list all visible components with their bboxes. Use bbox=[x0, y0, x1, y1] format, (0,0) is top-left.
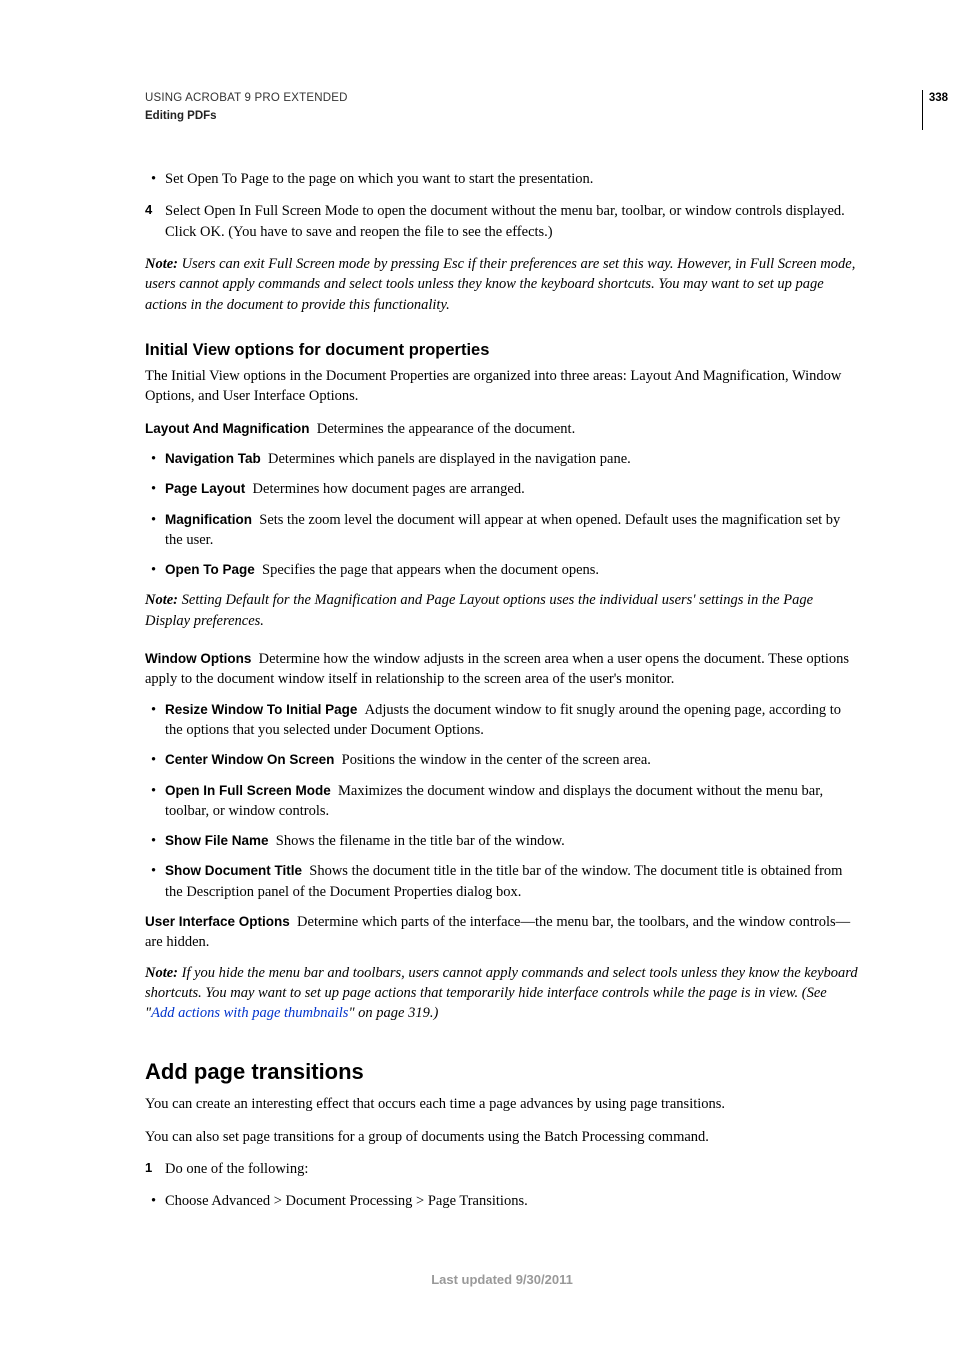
term-show-filename: Show File Name bbox=[165, 833, 269, 848]
page-header: USING ACROBAT 9 PRO EXTENDED Editing PDF… bbox=[145, 90, 859, 124]
section-heading-page-transitions: Add page transitions bbox=[145, 1057, 859, 1088]
steps-list: 1 Do one of the following: bbox=[145, 1159, 859, 1179]
header-product-name: USING ACROBAT 9 PRO EXTENDED bbox=[145, 90, 859, 106]
note-block: Note: If you hide the menu bar and toolb… bbox=[145, 963, 859, 1024]
term-layout-magnification: Layout And Magnification bbox=[145, 421, 310, 436]
list-item: 4 Select Open In Full Screen Mode to ope… bbox=[145, 201, 859, 242]
note-text: Users can exit Full Screen mode by press… bbox=[145, 256, 855, 313]
list-item-text: Choose Advanced > Document Processing > … bbox=[165, 1193, 528, 1209]
list-item: 1 Do one of the following: bbox=[145, 1159, 859, 1179]
term-desc: Determines the appearance of the documen… bbox=[317, 421, 575, 437]
list-item-text: Set Open To Page to the page on which yo… bbox=[165, 171, 593, 187]
note-label: Note: bbox=[145, 256, 178, 272]
note-text-post: " on page 319.) bbox=[348, 1005, 438, 1021]
body-text: You can also set page transitions for a … bbox=[145, 1127, 859, 1147]
note-label: Note: bbox=[145, 965, 178, 981]
term-desc: Specifies the page that appears when the… bbox=[262, 562, 599, 578]
section-heading-initial-view: Initial View options for document proper… bbox=[145, 339, 859, 362]
definition-row: Show Document Title Shows the document t… bbox=[145, 861, 859, 902]
list-item: Choose Advanced > Document Processing > … bbox=[145, 1191, 859, 1211]
list-item: Set Open To Page to the page on which yo… bbox=[145, 169, 859, 189]
note-block: Note: Setting Default for the Magnificat… bbox=[145, 590, 859, 631]
note-label: Note: bbox=[145, 592, 178, 608]
term-page-layout: Page Layout bbox=[165, 481, 245, 496]
step-number: 4 bbox=[145, 201, 152, 219]
term-desc: Determines how document pages are arrang… bbox=[253, 481, 525, 497]
term-open-to-page: Open To Page bbox=[165, 562, 255, 577]
sub-bullet-list: Choose Advanced > Document Processing > … bbox=[145, 1191, 859, 1211]
step-number: 1 bbox=[145, 1159, 152, 1177]
term-resize-window: Resize Window To Initial Page bbox=[165, 702, 357, 717]
term-desc: Determines which panels are displayed in… bbox=[268, 451, 631, 467]
definition-row: Open In Full Screen Mode Maximizes the d… bbox=[145, 781, 859, 822]
term-desc: Determine how the window adjusts in the … bbox=[145, 651, 849, 687]
term-full-screen: Open In Full Screen Mode bbox=[165, 783, 331, 798]
definition-row: Open To Page Specifies the page that app… bbox=[145, 560, 859, 580]
body-text: You can create an interesting effect tha… bbox=[145, 1094, 859, 1114]
note-text: Setting Default for the Magnification an… bbox=[145, 592, 813, 628]
definition-row: Navigation Tab Determines which panels a… bbox=[145, 449, 859, 469]
definition-row: Window Options Determine how the window … bbox=[145, 649, 859, 690]
page-number: 338 bbox=[922, 90, 954, 130]
list-item-text: Do one of the following: bbox=[165, 1161, 308, 1177]
term-desc: Sets the zoom level the document will ap… bbox=[165, 512, 840, 548]
note-block: Note: Users can exit Full Screen mode by… bbox=[145, 254, 859, 315]
definition-row: Page Layout Determines how document page… bbox=[145, 479, 859, 499]
document-page: USING ACROBAT 9 PRO EXTENDED Editing PDF… bbox=[0, 0, 954, 1350]
list-item-text: Select Open In Full Screen Mode to open … bbox=[165, 203, 845, 239]
term-desc: Positions the window in the center of th… bbox=[342, 752, 651, 768]
term-magnification: Magnification bbox=[165, 512, 252, 527]
definition-row: Layout And Magnification Determines the … bbox=[145, 419, 859, 439]
definition-row: Show File Name Shows the filename in the… bbox=[145, 831, 859, 851]
xref-link-page-thumbnails[interactable]: Add actions with page thumbnails bbox=[151, 1005, 348, 1021]
page-footer: Last updated 9/30/2011 bbox=[145, 1271, 859, 1289]
term-show-doc-title: Show Document Title bbox=[165, 863, 302, 878]
definition-row: Magnification Sets the zoom level the do… bbox=[145, 510, 859, 551]
definition-row: Center Window On Screen Positions the wi… bbox=[145, 750, 859, 770]
term-navigation-tab: Navigation Tab bbox=[165, 451, 261, 466]
term-window-options: Window Options bbox=[145, 651, 251, 666]
term-ui-options: User Interface Options bbox=[145, 914, 290, 929]
definition-row: Resize Window To Initial Page Adjusts th… bbox=[145, 700, 859, 741]
section-intro: The Initial View options in the Document… bbox=[145, 366, 859, 407]
term-center-window: Center Window On Screen bbox=[165, 752, 334, 767]
intro-bullet-list: Set Open To Page to the page on which yo… bbox=[145, 169, 859, 189]
term-desc: Shows the filename in the title bar of t… bbox=[276, 833, 565, 849]
definition-row: User Interface Options Determine which p… bbox=[145, 912, 859, 953]
header-section-name: Editing PDFs bbox=[145, 108, 859, 124]
intro-step-list: 4 Select Open In Full Screen Mode to ope… bbox=[145, 201, 859, 242]
